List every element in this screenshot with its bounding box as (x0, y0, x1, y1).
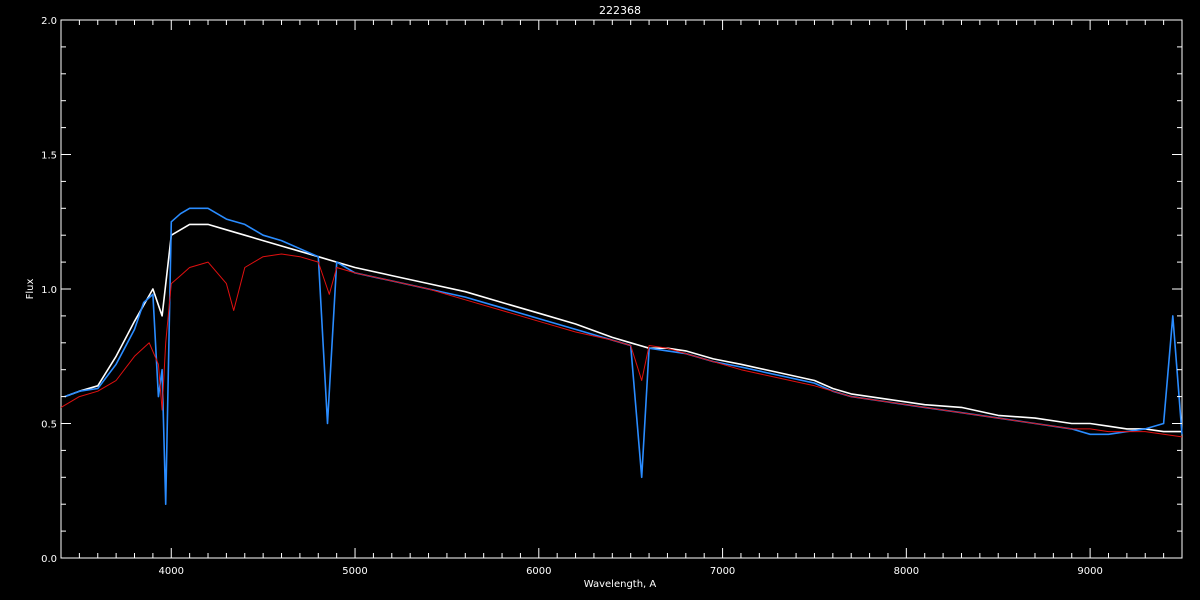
chart-background (0, 0, 1200, 600)
x-tick-label: 4000 (159, 566, 184, 577)
x-tick-label: 9000 (1077, 566, 1102, 577)
y-tick-label: 1.5 (41, 151, 57, 162)
x-tick-label: 7000 (710, 566, 735, 577)
x-axis-label: Wavelength, A (584, 579, 657, 590)
y-tick-label: 1.0 (41, 285, 57, 296)
y-tick-label: 2.0 (41, 16, 57, 27)
y-axis-label: Flux (25, 279, 36, 300)
x-tick-label: 6000 (526, 566, 551, 577)
y-tick-label: 0.5 (41, 420, 57, 431)
x-tick-label: 5000 (342, 566, 367, 577)
spectrum-chart: 222368 4000 5000 6000 7000 8000 9000 0.0 0.5 1.… (0, 0, 1200, 600)
x-tick-label: 8000 (894, 566, 919, 577)
y-tick-label: 0.0 (41, 554, 57, 565)
chart-title: 222368 (599, 4, 641, 17)
